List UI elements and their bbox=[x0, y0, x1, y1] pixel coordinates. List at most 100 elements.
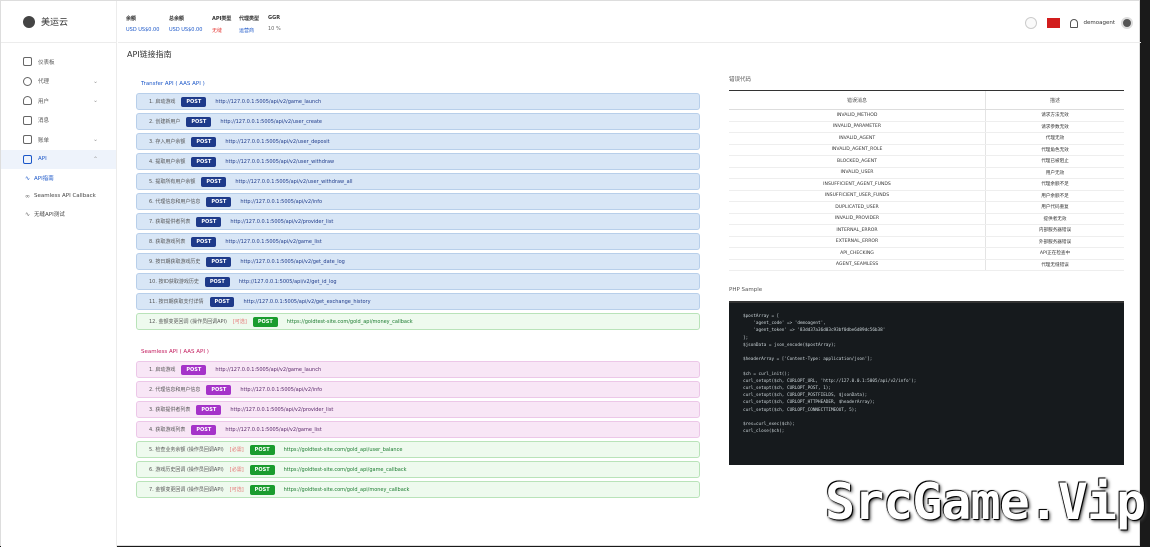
method-badge: POST bbox=[201, 176, 227, 187]
sidebar-subitem-seamless-test[interactable]: ∿ 无缝API测试 bbox=[1, 205, 116, 223]
avatar[interactable] bbox=[1121, 17, 1133, 29]
sidebar-item-label: 代理 bbox=[38, 79, 50, 86]
api-url[interactable]: http://127.0.0.1:5005/api/v2/game_launch bbox=[215, 367, 321, 373]
app-logo[interactable]: 美运云 bbox=[1, 1, 116, 43]
api-url[interactable]: http://127.0.0.1:5005/api/v2/user_create bbox=[220, 119, 322, 125]
stat-api-type: API类型 无缝 bbox=[212, 16, 232, 34]
api-url[interactable]: https://goldtest-site.com/gold_api/game_… bbox=[284, 467, 407, 473]
api-url[interactable]: http://127.0.0.1:5005/api/v2/user_withdr… bbox=[235, 179, 352, 185]
method-badge: POST bbox=[191, 156, 217, 167]
api-row[interactable]: 3. 存入用户余额 POST http://127.0.0.1:5005/api/v… bbox=[136, 133, 700, 150]
php-code-block: $postArray = [ 'agent_code' => 'demoagen… bbox=[729, 301, 1124, 465]
error-codes-title: 错误代码 bbox=[729, 77, 752, 83]
sidebar-item-messages[interactable]: 消息 bbox=[1, 111, 116, 131]
api-row[interactable]: 3. 获取提供者列表 POST http://127.0.0.1:5005/api/… bbox=[136, 401, 700, 418]
api-url[interactable]: http://127.0.0.1:5005/api/v2/game_list bbox=[225, 239, 321, 245]
table-row: BLOCKED_AGENT 代理已被阻止 bbox=[729, 156, 1124, 168]
api-row-name: 9. 按日期获取游戏历史 bbox=[149, 259, 201, 265]
transfer-section-title: Transfer API ( AAS API ) bbox=[141, 81, 205, 87]
api-row[interactable]: 10. 按ID获取游戏历史 POST http://127.0.0.1:5005/a… bbox=[136, 273, 700, 290]
api-row[interactable]: 2. 代理信息和用户信息 POST http://127.0.0.1:5005/ap… bbox=[136, 381, 700, 398]
error-description-cell: 用户代码重复 bbox=[1041, 205, 1069, 211]
api-row[interactable]: 7. 金额变更回调 (操作员回调API) [可选] POST https://gold… bbox=[136, 481, 700, 498]
api-row[interactable]: 7. 获取提供者列表 POST http://127.0.0.1:5005/api/… bbox=[136, 213, 700, 230]
api-row-name: 12. 金额变更回调 (操作员回调API) bbox=[149, 319, 227, 325]
sidebar-item-label: API bbox=[38, 156, 47, 163]
sidebar-item-api[interactable]: API ⌃ bbox=[1, 149, 116, 169]
sidebar-item-users[interactable]: 用户 ⌄ bbox=[1, 91, 116, 111]
api-row-name: 2. 创建新用户 bbox=[149, 119, 181, 125]
table-row: INVALID_USER 用户无效 bbox=[729, 167, 1124, 179]
link-icon: ∞ bbox=[25, 192, 30, 200]
sidebar-item-billing[interactable]: 账单 ⌄ bbox=[1, 130, 116, 150]
pulse-icon: ∿ bbox=[25, 174, 31, 182]
api-url[interactable]: http://127.0.0.1:5005/api/v2/get_date_lo… bbox=[240, 259, 345, 265]
api-row-name: 10. 按ID获取游戏历史 bbox=[149, 279, 199, 285]
api-url[interactable]: http://127.0.0.1:5005/api/v2/info bbox=[240, 199, 322, 205]
api-url[interactable]: http://127.0.0.1:5005/api/v2/user_deposi… bbox=[225, 139, 329, 145]
method-badge: POST bbox=[249, 484, 275, 495]
api-url[interactable]: http://127.0.0.1:5005/api/v2/get_exchang… bbox=[243, 299, 370, 305]
sidebar-subitem-seamless-callback[interactable]: ∞ Seamless API Callback bbox=[1, 187, 116, 205]
sidebar-subitem-label: Seamless API Callback bbox=[34, 193, 96, 199]
error-code-cell: INVALID_AGENT_ROLE bbox=[729, 144, 986, 155]
api-row-optional-tag: [可选] bbox=[229, 487, 244, 493]
api-row-name: 1. 启动游戏 bbox=[149, 99, 176, 105]
error-description-cell: 请求方法无效 bbox=[1041, 113, 1069, 119]
chevron-up-icon: ⌃ bbox=[92, 155, 98, 163]
api-url[interactable]: http://127.0.0.1:5005/api/v2/game_launch bbox=[215, 99, 321, 105]
method-badge: POST bbox=[191, 424, 217, 435]
method-badge: POST bbox=[196, 216, 222, 227]
spade-logo-icon bbox=[23, 15, 35, 28]
error-description-cell: 代理余额不足 bbox=[1041, 182, 1069, 188]
table-row: DUPLICATED_USER 用户代码重复 bbox=[729, 202, 1124, 214]
api-url[interactable]: http://127.0.0.1:5005/api/v2/info bbox=[240, 387, 322, 393]
sidebar-subitem-api-guide[interactable]: ∿ API指南 bbox=[1, 169, 116, 187]
method-badge: POST bbox=[181, 364, 207, 375]
api-row[interactable]: 5. 检查业务余额 (操作员回调API) [必需] POST https://gold… bbox=[136, 441, 700, 458]
api-url[interactable]: http://127.0.0.1:5005/api/v2/provider_li… bbox=[230, 219, 333, 225]
sidebar: 美运云 仪表板 代理 ⌄ 用户 ⌄ 消息 账单 ⌄ API ⌃ ∿ API指南 … bbox=[1, 1, 117, 547]
api-row[interactable]: 9. 按日期获取游戏历史 POST http://127.0.0.1:5005/ap… bbox=[136, 253, 700, 270]
api-row-name: 5. 检查业务余额 (操作员回调API) bbox=[149, 447, 224, 453]
app-window: 美运云 仪表板 代理 ⌄ 用户 ⌄ 消息 账单 ⌄ API ⌃ ∿ API指南 … bbox=[0, 0, 1146, 547]
table-row: INVALID_PARAMETER 请求参数无效 bbox=[729, 121, 1124, 133]
theme-toggle[interactable] bbox=[1024, 17, 1037, 29]
error-code-cell: INSUFFICIENT_USER_FUNDS bbox=[729, 190, 986, 201]
method-badge: POST bbox=[191, 236, 217, 247]
api-url[interactable]: http://127.0.0.1:5005/api/v2/user_withdr… bbox=[225, 159, 334, 165]
bell-icon[interactable] bbox=[1069, 18, 1078, 28]
api-row[interactable]: 12. 金额变更回调 (操作员回调API) [可选] POST https://gol… bbox=[136, 313, 700, 330]
table-row: INTERNAL_ERROR 内部服务器错误 bbox=[729, 225, 1124, 237]
api-row[interactable]: 4. 获取游戏列表 POST http://127.0.0.1:5005/api/v… bbox=[136, 421, 700, 438]
api-row[interactable]: 8. 获取游戏列表 POST http://127.0.0.1:5005/api/v… bbox=[136, 233, 700, 250]
error-description-cell: 用户余额不足 bbox=[1041, 193, 1069, 199]
sidebar-item-agent[interactable]: 代理 ⌄ bbox=[1, 72, 116, 92]
sidebar-item-dashboard[interactable]: 仪表板 bbox=[1, 52, 116, 72]
header-actions: demoagent bbox=[1024, 17, 1133, 29]
api-row[interactable]: 5. 提取所有用户余额 POST http://127.0.0.1:5005/api… bbox=[136, 173, 700, 190]
api-row[interactable]: 1. 启动游戏 POST http://127.0.0.1:5005/api/v2/… bbox=[136, 93, 700, 110]
error-code-cell: INVALID_AGENT bbox=[729, 133, 986, 144]
api-url[interactable]: https://goldtest-site.com/gold_api/user_… bbox=[284, 447, 403, 453]
error-description-cell: 代理角色无效 bbox=[1041, 147, 1069, 153]
api-url[interactable]: https://goldtest-site.com/gold_api/money… bbox=[287, 319, 413, 325]
api-row[interactable]: 6. 游戏历史回调 (操作员回调API) [必需] POST https://gold… bbox=[136, 461, 700, 478]
user-icon bbox=[23, 96, 32, 106]
method-badge: POST bbox=[181, 96, 207, 107]
api-row[interactable]: 2. 创建新用户 POST http://127.0.0.1:5005/api/v2… bbox=[136, 113, 700, 130]
api-row[interactable]: 1. 启动游戏 POST http://127.0.0.1:5005/api/v2/… bbox=[136, 361, 700, 378]
api-row[interactable]: 11. 按日期获取支付详情 POST http://127.0.0.1:5005/a… bbox=[136, 293, 700, 310]
api-row[interactable]: 4. 提取用户余额 POST http://127.0.0.1:5005/api/v… bbox=[136, 153, 700, 170]
api-row[interactable]: 6. 代理信息和用户信息 POST http://127.0.0.1:5005/ap… bbox=[136, 193, 700, 210]
php-sample-title: PHP Sample bbox=[729, 287, 763, 293]
api-url[interactable]: http://127.0.0.1:5005/api/v2/provider_li… bbox=[230, 407, 333, 413]
api-url[interactable]: http://127.0.0.1:5005/api/v2/game_list bbox=[225, 427, 321, 433]
api-row-optional-tag: [必需] bbox=[229, 467, 244, 473]
api-url[interactable]: http://127.0.0.1:5005/api/v2/get_id_log bbox=[239, 279, 337, 285]
api-url[interactable]: https://goldtest-site.com/gold_api/money… bbox=[284, 487, 410, 493]
username[interactable]: demoagent bbox=[1084, 20, 1116, 26]
sidebar-item-label: 用户 bbox=[38, 98, 50, 105]
language-flag-icon[interactable] bbox=[1046, 18, 1060, 28]
error-code-cell: BLOCKED_AGENT bbox=[729, 156, 986, 167]
